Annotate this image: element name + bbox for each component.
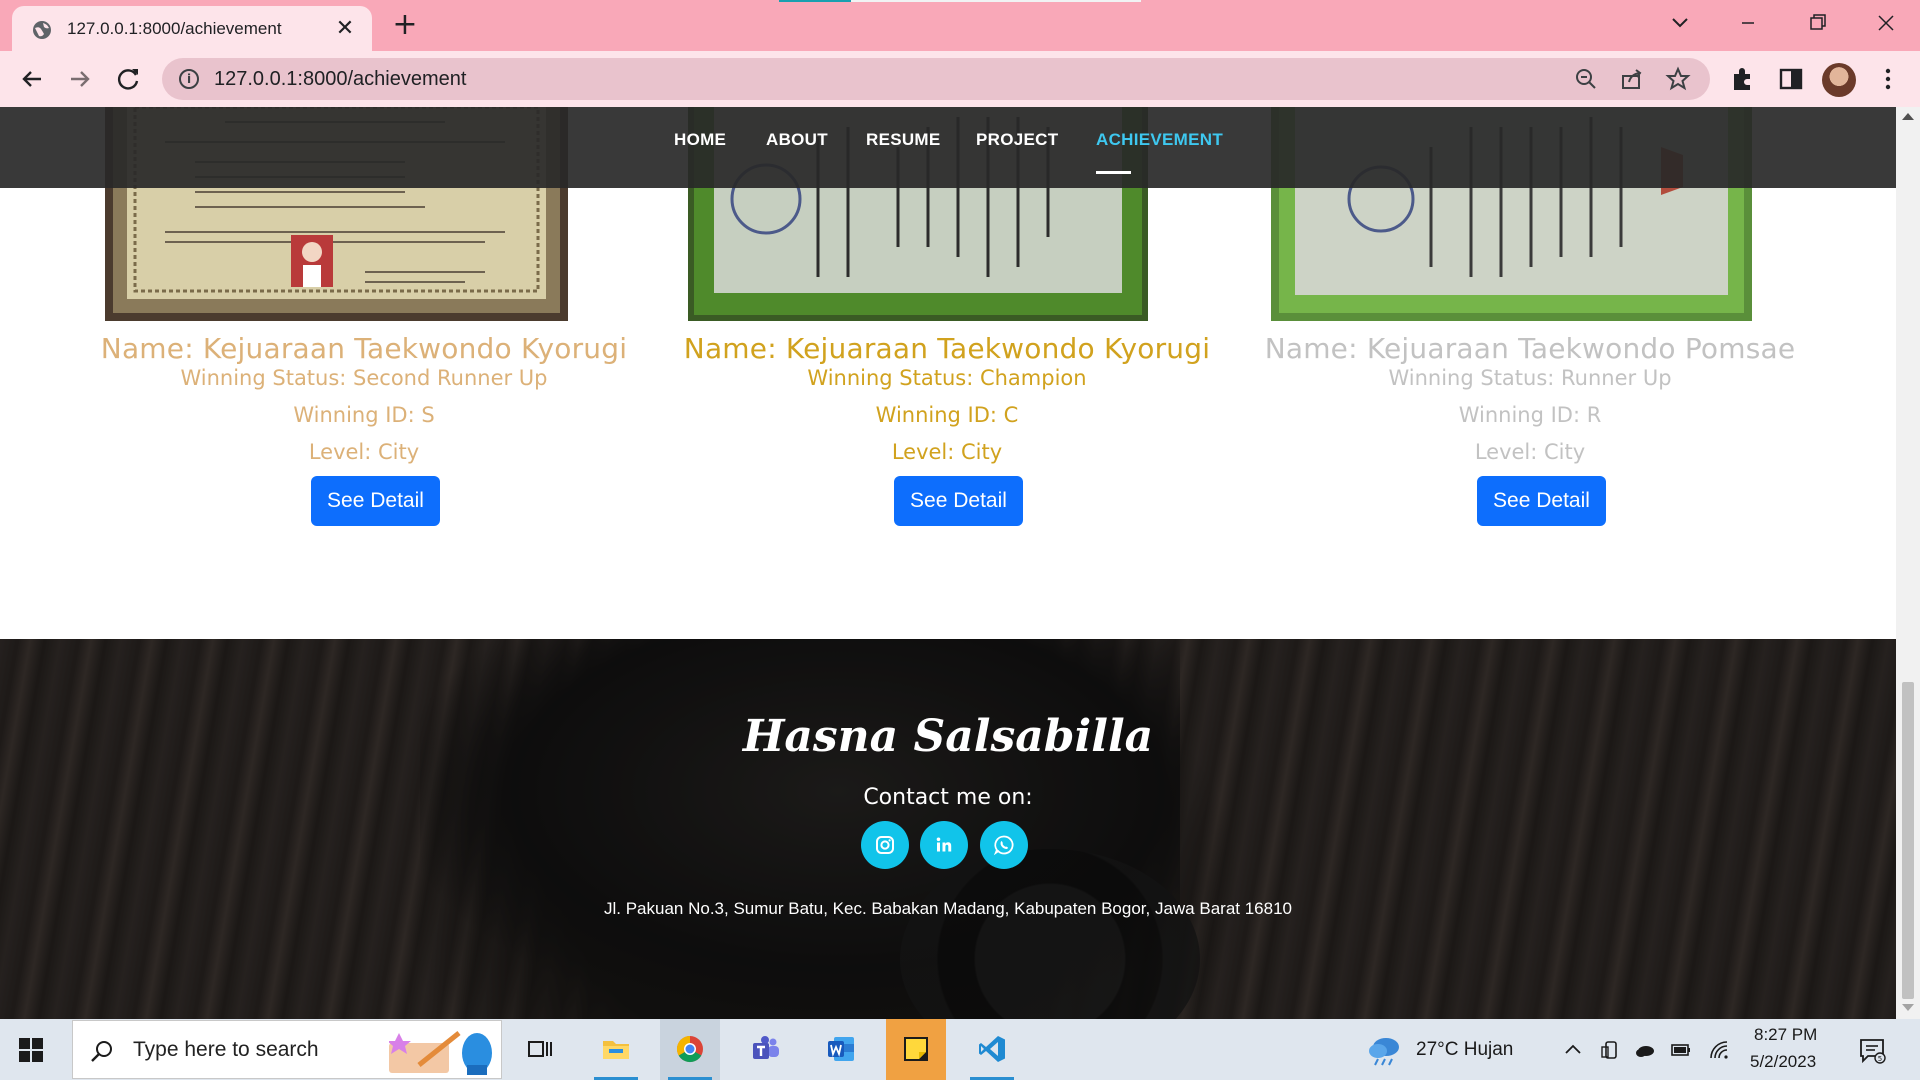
weather-rain-icon[interactable]	[1366, 1033, 1404, 1067]
linkedin-icon	[936, 837, 952, 852]
taskbar-teams[interactable]	[736, 1019, 796, 1080]
sticky-notes-icon	[904, 1037, 928, 1061]
instagram-icon	[876, 836, 894, 854]
linkedin-button[interactable]	[920, 821, 968, 869]
bookmark-star-icon[interactable]	[1665, 66, 1691, 92]
new-tab-button[interactable]: +	[390, 10, 420, 40]
close-window-icon[interactable]	[1866, 8, 1906, 38]
see-detail-button[interactable]: See Detail	[311, 476, 440, 526]
url-text[interactable]: 127.0.0.1:8000/achievement	[214, 68, 466, 91]
contact-heading: Contact me on:	[863, 785, 1033, 810]
footer-brand: Hasna Salsabilla	[742, 711, 1154, 762]
minimize-icon[interactable]	[1728, 8, 1768, 38]
achievement-winning-id: Winning ID: S	[293, 403, 435, 427]
achievement-level: Level: City	[1474, 440, 1586, 464]
achievement-level: Level: City	[308, 440, 420, 464]
achievement-level: Level: City	[891, 440, 1003, 464]
forward-arrow-icon[interactable]	[64, 63, 96, 95]
search-icon	[91, 1041, 112, 1062]
achievement-name: Name: Kejuaraan Taekwondo Kyorugi	[683, 332, 1211, 365]
word-icon	[828, 1037, 854, 1061]
chevron-up-icon[interactable]	[1562, 1039, 1584, 1061]
see-detail-button[interactable]: See Detail	[1477, 476, 1606, 526]
see-detail-button[interactable]: See Detail	[894, 476, 1023, 526]
scrollbar-thumb[interactable]	[1902, 682, 1914, 999]
windows-start-icon[interactable]	[18, 1037, 44, 1063]
share-icon[interactable]	[1619, 66, 1645, 92]
clock-time[interactable]: 8:27 PM	[1754, 1025, 1817, 1045]
site-footer: Hasna Salsabilla Contact me on: Jl. Paku…	[0, 639, 1896, 1019]
achievement-name: Name: Kejuaraan Taekwondo Kyorugi	[100, 332, 628, 365]
taskbar-vscode[interactable]	[962, 1019, 1022, 1080]
restore-icon[interactable]	[1797, 8, 1837, 38]
tab-title: 127.0.0.1:8000/achievement	[67, 19, 282, 38]
taskbar-file-explorer[interactable]	[586, 1019, 646, 1080]
teams-icon	[753, 1036, 779, 1059]
search-highlight-illustration	[389, 1031, 492, 1075]
task-view-icon	[528, 1041, 552, 1057]
back-arrow-icon[interactable]	[16, 63, 48, 95]
whatsapp-icon	[993, 835, 1014, 856]
extensions-puzzle-icon[interactable]	[1729, 65, 1757, 93]
windows-taskbar: Type here to search 27°C Hujan 8:27 PM 5…	[0, 1019, 1920, 1080]
onedrive-cloud-icon[interactable]	[1634, 1039, 1656, 1061]
page-scrollbar[interactable]	[1896, 107, 1920, 1019]
achievement-winning-id: Winning ID: R	[1458, 403, 1602, 427]
nav-achievement[interactable]: ACHIEVEMENT	[1096, 130, 1223, 150]
address-bar[interactable]: i 127.0.0.1:8000/achievement	[162, 58, 1710, 100]
vscode-icon	[979, 1036, 1005, 1062]
phone-link-icon[interactable]	[1600, 1039, 1622, 1061]
tab-search-chevron-icon[interactable]	[1660, 8, 1700, 38]
weather-text[interactable]: 27°C Hujan	[1416, 1039, 1513, 1061]
chrome-icon	[676, 1035, 703, 1063]
reload-icon[interactable]	[112, 63, 144, 95]
clock-date[interactable]: 5/2/2023	[1750, 1052, 1816, 1072]
taskbar-word[interactable]	[811, 1019, 871, 1080]
nav-resume[interactable]: RESUME	[866, 130, 941, 150]
nav-project[interactable]: PROJECT	[976, 130, 1058, 150]
tab-strip-indicator	[779, 0, 1141, 2]
zoom-out-icon[interactable]	[1573, 66, 1599, 92]
page-viewport: HOME ABOUT RESUME PROJECT ACHIEVEMENT Na…	[0, 107, 1896, 1019]
site-info-icon[interactable]: i	[179, 69, 199, 89]
achievement-name: Name: Kejuaraan Taekwondo Pomsae	[1264, 332, 1796, 365]
taskbar-search[interactable]: Type here to search	[72, 1020, 502, 1079]
achievement-status: Winning Status: Runner Up	[1388, 366, 1672, 390]
globe-icon	[33, 21, 51, 39]
wifi-icon[interactable]	[1708, 1039, 1730, 1061]
notifications-icon[interactable]: 5	[1858, 1036, 1886, 1064]
browser-tab-strip: 127.0.0.1:8000/achievement ✕ +	[0, 0, 1920, 51]
folder-icon	[603, 1041, 629, 1059]
side-panel-icon[interactable]	[1777, 65, 1805, 93]
tab-close-icon[interactable]: ✕	[334, 18, 356, 40]
scroll-up-arrow-icon[interactable]	[1902, 113, 1914, 120]
more-menu-icon[interactable]	[1874, 65, 1902, 93]
achievement-winning-id: Winning ID: C	[875, 403, 1019, 427]
instagram-button[interactable]	[861, 821, 909, 869]
browser-tab[interactable]: 127.0.0.1:8000/achievement ✕	[12, 6, 372, 51]
task-view-button[interactable]	[510, 1019, 570, 1080]
nav-home[interactable]: HOME	[674, 130, 726, 150]
taskbar-chrome[interactable]	[660, 1019, 720, 1080]
profile-avatar[interactable]	[1822, 63, 1856, 97]
footer-address: Jl. Pakuan No.3, Sumur Batu, Kec. Babaka…	[603, 899, 1292, 918]
svg-text:5: 5	[1878, 1055, 1882, 1063]
achievement-status: Winning Status: Second Runner Up	[180, 366, 548, 390]
nav-active-underline	[1096, 171, 1131, 174]
scroll-down-arrow-icon[interactable]	[1902, 1004, 1914, 1011]
nav-about[interactable]: ABOUT	[766, 130, 828, 150]
whatsapp-button[interactable]	[980, 821, 1028, 869]
achievement-status: Winning Status: Champion	[807, 366, 1087, 390]
battery-icon[interactable]	[1670, 1039, 1692, 1061]
site-navbar: HOME ABOUT RESUME PROJECT ACHIEVEMENT	[0, 107, 1896, 188]
taskbar-sticky-notes[interactable]	[886, 1019, 946, 1080]
browser-toolbar: i 127.0.0.1:8000/achievement	[0, 51, 1920, 107]
search-placeholder: Type here to search	[133, 1038, 319, 1061]
